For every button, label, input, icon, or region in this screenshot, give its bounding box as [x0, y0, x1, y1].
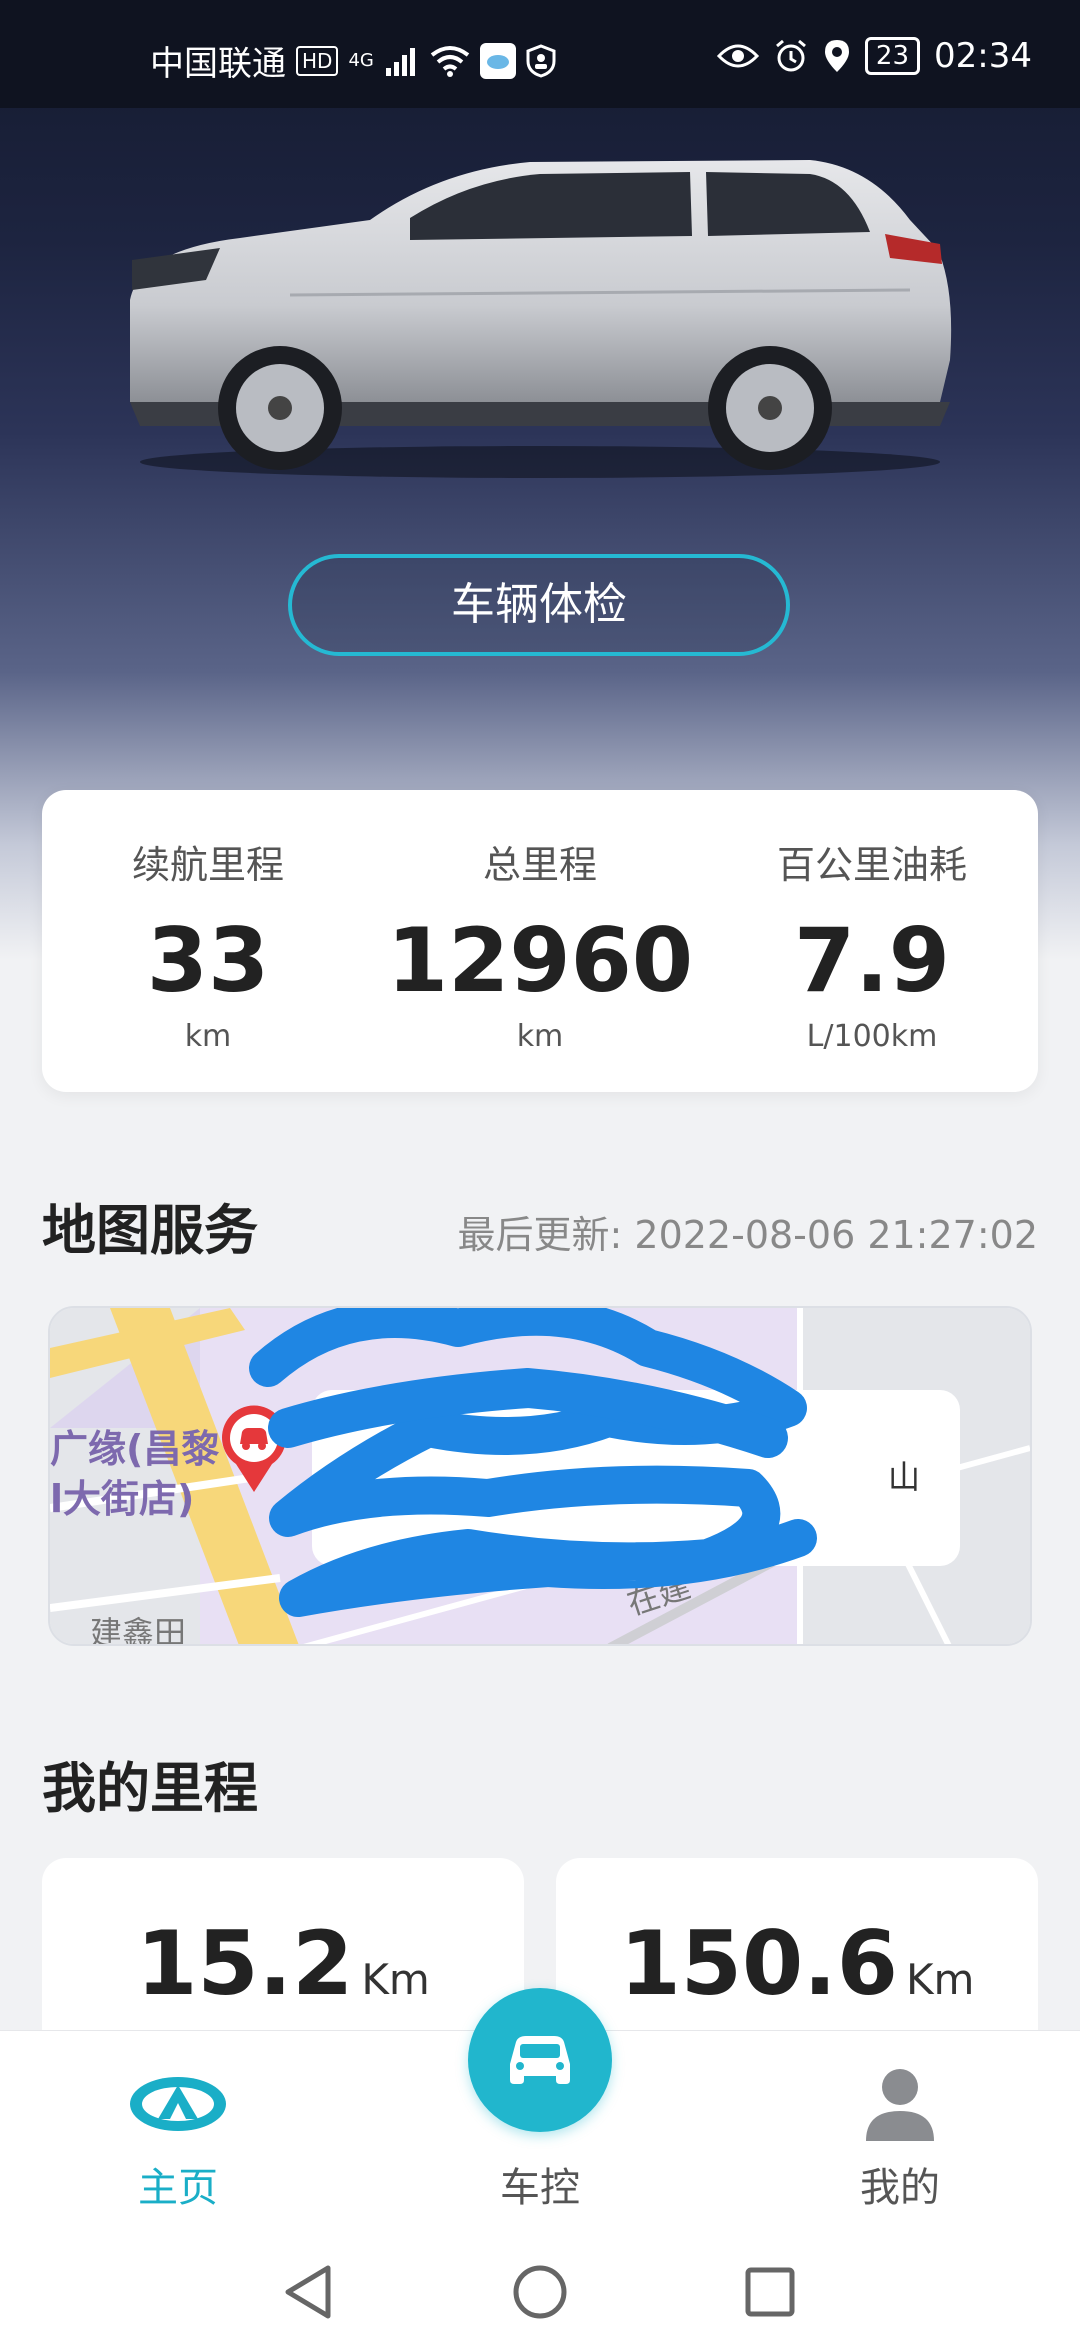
car-image — [130, 160, 952, 478]
tab-control-label: 车控 — [500, 2165, 580, 2211]
stat-total-mileage: 总里程 12960 km — [374, 790, 706, 1092]
stat-unit: km — [184, 1019, 232, 1054]
poi-name-line1: 广缘(昌黎 — [50, 1427, 220, 1471]
stat-label: 百公里油耗 — [776, 843, 967, 887]
stat-value: 12960 — [386, 909, 694, 1012]
system-nav-bar — [0, 2240, 1080, 2340]
mileage-unit: Km — [905, 1955, 975, 2004]
recents-icon[interactable] — [730, 2252, 810, 2332]
poi-name-line2: l大街店) — [50, 1477, 195, 1521]
location-icon — [824, 40, 849, 72]
stat-unit: km — [516, 1019, 564, 1054]
home-icon[interactable] — [500, 2252, 580, 2332]
map-section-title: 地图服务 — [42, 1199, 258, 1262]
tab-mine[interactable]: 我的 — [780, 2031, 1020, 2241]
carrier-name: 中国联通 — [150, 44, 286, 84]
status-right: 23 02:34 — [716, 36, 1032, 76]
back-icon[interactable] — [270, 2252, 350, 2332]
alarm-icon — [775, 39, 806, 72]
tab-home-label: 主页 — [138, 2165, 218, 2211]
address-text-tail: 山 — [887, 1458, 920, 1496]
stat-unit: L/100km — [806, 1019, 938, 1054]
mileage-section-title: 我的里程 — [42, 1757, 258, 1820]
redaction-scribble — [249, 1308, 817, 1617]
stat-value: 7.9 — [794, 909, 950, 1012]
signal-icon — [385, 47, 415, 76]
battery-indicator: 23 — [864, 37, 921, 75]
last-updated-label: 最后更新: — [457, 1213, 623, 1257]
map-view[interactable]: 广缘(昌黎 l大街店) 在建 建鑫田 山 — [48, 1306, 1032, 1646]
vehicle-check-button[interactable]: 车辆体检 — [288, 554, 790, 656]
mileage-value: 15.2 — [136, 1912, 354, 2015]
stat-label: 总里程 — [482, 843, 597, 887]
stats-card: 续航里程 33 km 总里程 12960 km 百公里油耗 7.9 L/100k… — [42, 790, 1038, 1092]
status-bar: 中国联通 HD 4G 23 02:34 — [0, 0, 1080, 108]
mileage-value-row: 15.2 Km — [42, 1912, 524, 2015]
stat-value: 33 — [146, 909, 270, 1012]
last-updated-time: 2022-08-06 21:27:02 — [634, 1213, 1038, 1257]
road-label: 建鑫田 — [90, 1614, 187, 1646]
mileage-value-row: 150.6 Km — [556, 1912, 1038, 2015]
shield-icon — [526, 43, 556, 78]
last-updated: 最后更新: 2022-08-06 21:27:02 — [458, 1204, 1039, 1259]
status-left: 中国联通 HD 4G — [150, 36, 556, 85]
cloud-app-icon — [479, 42, 516, 79]
brand-logo-icon — [130, 2077, 226, 2131]
car-icon — [510, 2036, 570, 2084]
stat-label: 续航里程 — [131, 843, 284, 887]
wifi-icon — [430, 45, 470, 77]
stat-fuel-consumption: 百公里油耗 7.9 L/100km — [706, 790, 1038, 1092]
hd-badge: HD — [296, 45, 339, 76]
stat-range: 续航里程 33 km — [42, 790, 374, 1092]
tab-mine-label: 我的 — [860, 2165, 940, 2211]
eye-icon — [716, 44, 759, 68]
person-icon — [866, 2069, 934, 2141]
network-type: 4G — [348, 50, 374, 71]
vehicle-control-fab[interactable] — [468, 1988, 612, 2132]
clock: 02:34 — [934, 36, 1032, 76]
mileage-value: 150.6 — [619, 1912, 898, 2015]
mileage-unit: Km — [361, 1955, 430, 2004]
tab-home[interactable]: 主页 — [58, 2031, 298, 2241]
